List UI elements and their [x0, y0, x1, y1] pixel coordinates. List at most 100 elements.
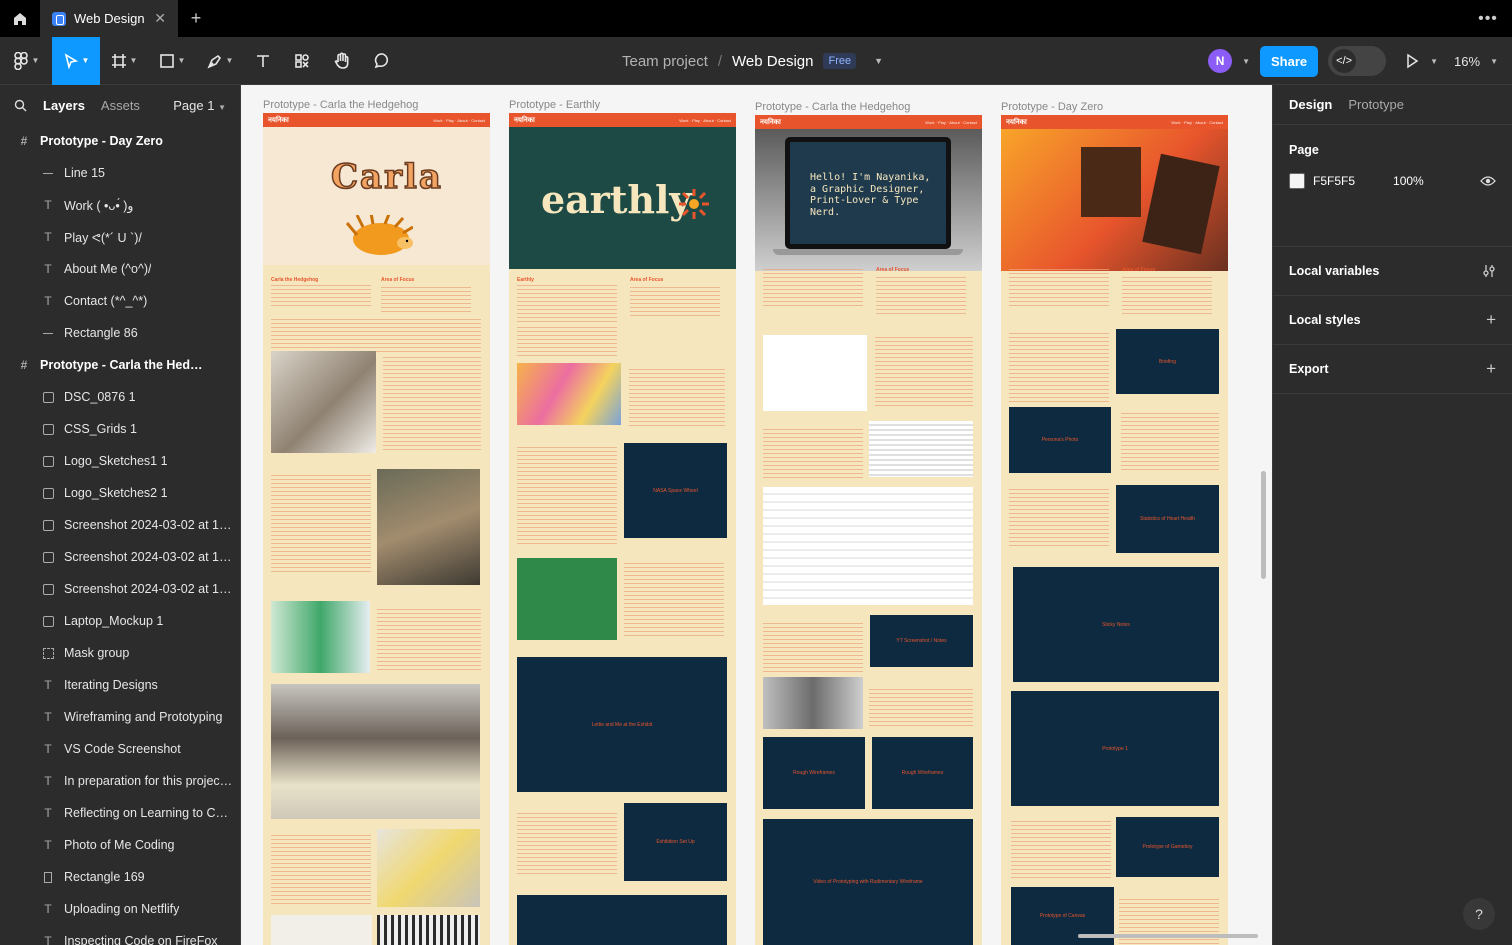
frame-label[interactable]: Prototype - Earthly — [509, 99, 600, 111]
area-of-focus: Area of Focus — [630, 277, 664, 283]
layer-label: Screenshot 2024-03-02 at 17.... — [64, 582, 234, 596]
workshop-photo — [271, 684, 480, 819]
chevron-down-icon[interactable]: ▼ — [1430, 57, 1438, 66]
layer-item[interactable]: T Contact (*^_^*) — [0, 285, 240, 317]
frame-earthly[interactable]: नयनिका Work · Play · About · Contact eart… — [509, 113, 736, 945]
hedgehog-illustration — [345, 215, 413, 255]
color-swatch[interactable] — [1289, 173, 1305, 189]
move-tool-button[interactable]: ▼ — [52, 36, 100, 85]
layer-item[interactable]: T Wireframing and Prototyping — [0, 701, 240, 733]
tab-layers[interactable]: Layers — [43, 98, 85, 113]
adjust-icon[interactable] — [1482, 264, 1496, 278]
frame-tool-button[interactable]: ▼ — [100, 37, 148, 85]
layer-item[interactable]: T Play ᕙ(*´ U `)/ — [0, 221, 240, 253]
chevron-down-icon[interactable]: ▼ — [1242, 57, 1250, 66]
layer-item[interactable]: T In preparation for this project,... — [0, 765, 240, 797]
add-icon[interactable]: + — [1486, 310, 1496, 330]
layer-item[interactable]: CSS_Grids 1 — [0, 413, 240, 445]
play-icon[interactable] — [1404, 53, 1420, 69]
layer-item[interactable]: T Iterating Designs — [0, 669, 240, 701]
tab-web-design[interactable]: Web Design ✕ — [40, 0, 178, 37]
text-lines — [869, 689, 973, 727]
more-icon[interactable]: ••• — [1464, 10, 1512, 28]
shape-tool-button[interactable]: ▼ — [148, 37, 196, 85]
eye-icon[interactable] — [1480, 175, 1496, 187]
hand-tool-button[interactable] — [322, 37, 362, 85]
tab-prototype[interactable]: Prototype — [1348, 97, 1404, 112]
tab-design[interactable]: Design — [1289, 97, 1332, 112]
pen-tool-button[interactable]: ▼ — [196, 37, 244, 85]
share-button[interactable]: Share — [1259, 45, 1319, 77]
vertical-scrollbar[interactable] — [1261, 471, 1266, 579]
zoom-level[interactable]: 16% — [1454, 54, 1480, 69]
layer-item[interactable]: T Work ( •ᴗ•́ )و — [0, 189, 240, 221]
team-name[interactable]: Team project — [622, 53, 708, 70]
layer-item[interactable]: T Uploading on Netflify — [0, 893, 240, 925]
layer-item[interactable]: T About Me (^o^)/ — [0, 253, 240, 285]
dev-mode-toggle[interactable]: </> — [1328, 46, 1387, 76]
layer-label: Prototype - Day Zero — [40, 134, 163, 148]
page-selector[interactable]: Page 1 ▼ — [173, 98, 226, 113]
layer-item[interactable]: Mask group — [0, 637, 240, 669]
layer-item[interactable]: T Inspecting Code on FireFox — [0, 925, 240, 945]
text-tool-button[interactable] — [244, 37, 282, 85]
avatar[interactable]: N — [1208, 49, 1233, 73]
page-selector-label: Page 1 — [173, 97, 215, 113]
layer-item[interactable]: Logo_Sketches2 1 — [0, 477, 240, 509]
layer-item[interactable]: Logo_Sketches1 1 — [0, 445, 240, 477]
layer-item[interactable]: T Reflecting on Learning to Cod... — [0, 797, 240, 829]
placeholder-block: Prototype 1 — [1011, 691, 1219, 806]
frame-label[interactable]: Prototype - Day Zero — [1001, 101, 1103, 113]
frame-label[interactable]: Prototype - Carla the Hedgehog — [263, 99, 418, 111]
layer-item[interactable]: Rectangle 86 — [0, 317, 240, 349]
layer-item[interactable]: Laptop_Mockup 1 — [0, 605, 240, 637]
search-icon[interactable] — [14, 99, 27, 112]
comment-tool-button[interactable] — [362, 37, 402, 85]
layer-label: VS Code Screenshot — [64, 742, 181, 756]
page-fill-hex[interactable]: F5F5F5 — [1313, 174, 1355, 188]
resources-button[interactable] — [282, 37, 322, 85]
tab-assets[interactable]: Assets — [101, 98, 140, 113]
home-button[interactable] — [0, 0, 40, 37]
figma-logo-icon — [13, 51, 28, 70]
layer-item[interactable]: Screenshot 2024-03-02 at 18.... — [0, 509, 240, 541]
file-name[interactable]: Web Design — [732, 53, 813, 70]
frame-icon: # — [20, 358, 28, 372]
layer-item[interactable]: Rectangle 169 — [0, 861, 240, 893]
layer-item[interactable]: T VS Code Screenshot — [0, 733, 240, 765]
placeholder-block: Statistics of Heart Health — [1116, 485, 1219, 553]
earthly-map-illustration — [517, 558, 617, 640]
layer-item[interactable]: Line 15 — [0, 157, 240, 189]
canvas[interactable]: Prototype - Carla the Hedgehog नयनिका Wor… — [241, 85, 1272, 945]
new-tab-button[interactable]: + — [178, 8, 214, 29]
chevron-down-icon[interactable]: ▼ — [1490, 57, 1498, 66]
layer-item[interactable]: DSC_0876 1 — [0, 381, 240, 413]
help-button[interactable]: ? — [1463, 898, 1495, 930]
add-icon[interactable]: + — [1486, 359, 1496, 379]
horizontal-scrollbar[interactable] — [1078, 934, 1258, 938]
text-lines — [1011, 821, 1111, 881]
export-section[interactable]: Export + — [1273, 345, 1512, 394]
frame-label[interactable]: Prototype - Carla the Hedgehog — [755, 101, 910, 113]
frame-portfolio[interactable]: नयनिका Work · Play · About · Contact Hell… — [755, 115, 982, 945]
main-menu-button[interactable]: ▼ — [0, 37, 52, 85]
page-fill-opacity[interactable]: 100% — [1393, 174, 1424, 188]
layer-item[interactable]: # Prototype - Day Zero — [0, 125, 240, 157]
local-styles-section[interactable]: Local styles + — [1273, 296, 1512, 345]
frame-nav: नयनिका Work · Play · About · Contact — [263, 113, 490, 127]
close-icon[interactable]: ✕ — [154, 10, 166, 27]
text-icon: T — [44, 262, 52, 276]
placeholder-block: YT Screenshot / Notes — [870, 615, 973, 667]
chevron-down-icon[interactable]: ▼ — [874, 56, 883, 66]
chevron-down-icon: ▼ — [31, 56, 40, 65]
layer-item[interactable]: Screenshot 2024-03-02 at 17.... — [0, 541, 240, 573]
layer-item[interactable]: # Prototype - Carla the Hedgehog — [0, 349, 240, 381]
plan-badge[interactable]: Free — [823, 53, 857, 69]
frame-carla[interactable]: नयनिका Work · Play · About · Contact Carl… — [263, 113, 490, 945]
page-fill-row[interactable]: F5F5F5 100% — [1289, 173, 1496, 189]
layer-item[interactable]: T Photo of Me Coding — [0, 829, 240, 861]
local-variables-section[interactable]: Local variables — [1273, 247, 1512, 296]
placeholder-block: Prototype of Gameboy — [1116, 817, 1219, 877]
frame-day-zero[interactable]: नयनिका Work · Play · About · Contact Area… — [1001, 115, 1228, 945]
layer-item[interactable]: Screenshot 2024-03-02 at 17.... — [0, 573, 240, 605]
